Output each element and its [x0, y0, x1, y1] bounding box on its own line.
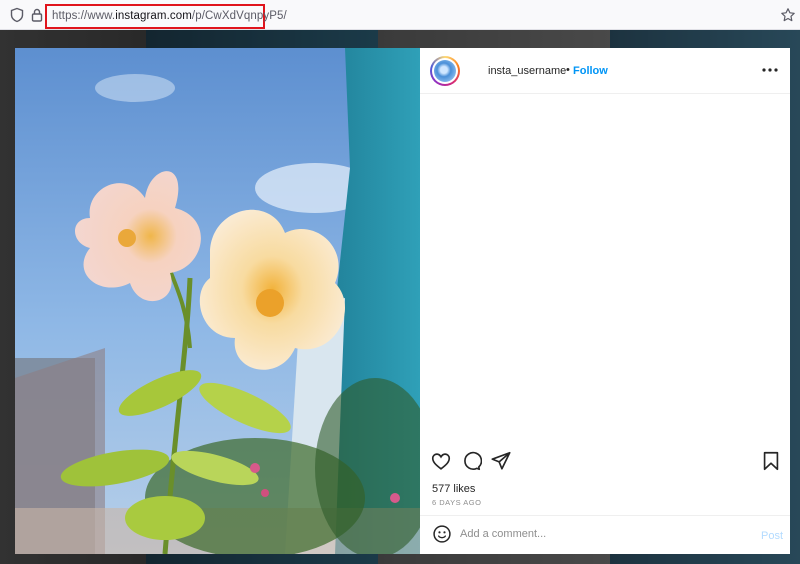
address-bar-highlight[interactable]: https://www.instagram.com/p/CwXdVqnpyP5/	[45, 4, 287, 29]
post-modal: insta_username • Follow 577 likes 6 DAYS…	[15, 48, 790, 554]
likes-count[interactable]: 577 likes	[432, 483, 475, 495]
share-icon[interactable]	[490, 450, 512, 472]
bookmark-star-icon[interactable]	[780, 7, 796, 23]
post-photo[interactable]	[15, 48, 420, 554]
comment-icon[interactable]	[460, 450, 482, 472]
lock-icon[interactable]	[29, 7, 45, 23]
separator-dot: •	[566, 64, 570, 76]
emoji-icon[interactable]	[432, 524, 452, 544]
heart-icon[interactable]	[430, 450, 452, 472]
comment-input[interactable]	[460, 522, 740, 546]
flower-photo	[15, 48, 420, 554]
post-actions	[420, 450, 790, 474]
follow-button[interactable]: Follow	[573, 65, 608, 77]
comment-bar: Post	[420, 515, 790, 554]
post-side-panel: insta_username • Follow 577 likes 6 DAYS…	[420, 48, 790, 554]
username-link[interactable]: insta_username	[488, 65, 566, 77]
avatar[interactable]	[430, 56, 460, 86]
save-icon[interactable]	[760, 450, 782, 472]
address-bar-url[interactable]: https://www.instagram.com/p/CwXdVqnpyP5/	[52, 10, 287, 22]
post-header: insta_username • Follow	[420, 48, 790, 94]
shield-icon[interactable]	[9, 7, 25, 23]
post-timestamp[interactable]: 6 DAYS AGO	[432, 498, 481, 507]
post-comment-button[interactable]: Post	[761, 530, 783, 542]
browser-toolbar: https://www.instagram.com/p/CwXdVqnpyP5/	[0, 0, 800, 30]
more-options-icon[interactable]	[760, 62, 780, 78]
avatar-image	[434, 60, 456, 82]
